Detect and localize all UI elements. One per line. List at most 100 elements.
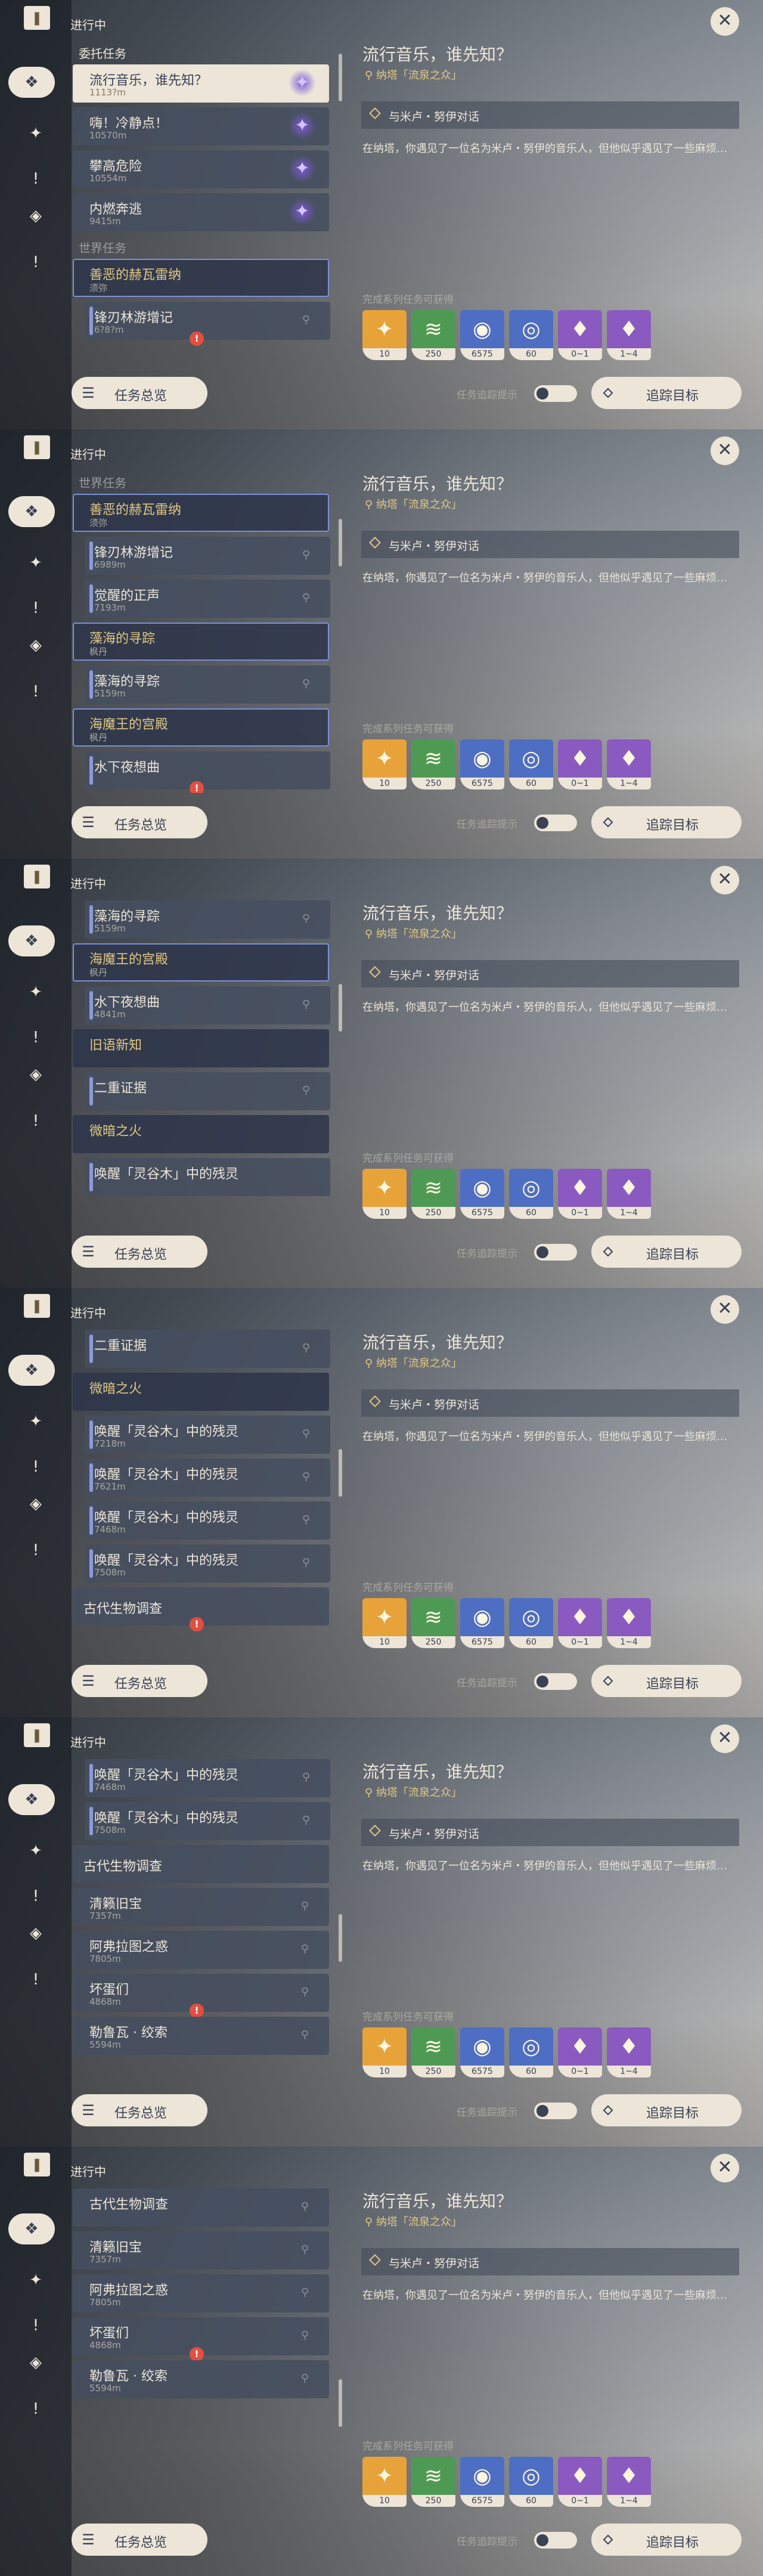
quest-row[interactable]: 内燃奔逃 9415m ✦ — [73, 193, 329, 231]
track-target-button[interactable]: 追踪目标 — [591, 2094, 742, 2126]
exclamation-icon[interactable]: ! — [21, 1107, 50, 1135]
quest-row[interactable]: 唤醒「灵谷木」中的残灵 — [85, 1158, 330, 1196]
list-scrollbar[interactable] — [339, 984, 342, 1032]
track-hint-toggle[interactable] — [534, 2103, 577, 2119]
alert-icon[interactable]: ! — [21, 165, 50, 193]
quest-row[interactable]: 攀高危险 10554m ✦ — [73, 150, 329, 188]
quest-row[interactable]: 海魔王的宫殿 枫丹 — [73, 943, 329, 982]
reward-item[interactable]: ♦ 1~4 — [607, 739, 651, 789]
quest-row[interactable]: 水下夜想曲 — [85, 751, 330, 789]
reward-item[interactable]: ✦ 10 — [362, 2457, 407, 2507]
reward-item[interactable]: ≋ 250 — [411, 310, 455, 360]
archon-quest-icon[interactable]: ✦ — [21, 549, 50, 577]
alert-icon[interactable]: ! — [21, 1453, 50, 1481]
alert-icon[interactable]: ! — [21, 594, 50, 623]
quest-row[interactable]: 嗨！冷静点！ 10570m ✦ — [73, 107, 329, 145]
reward-item[interactable]: ♦ 0~1 — [558, 2457, 602, 2507]
track-target-button[interactable]: 追踪目标 — [591, 2524, 742, 2556]
reward-item[interactable]: ♦ 0~1 — [558, 1169, 602, 1219]
reward-item[interactable]: ◎ 60 — [509, 2457, 553, 2507]
reward-item[interactable]: ◉ 6575 — [460, 1598, 504, 1648]
reward-item[interactable]: ◎ 60 — [509, 739, 553, 789]
reward-item[interactable]: ✦ 10 — [362, 310, 407, 360]
close-icon[interactable]: ✕ — [711, 1295, 739, 1324]
quest-book-icon[interactable]: ❚ — [24, 435, 50, 459]
quest-book-icon[interactable]: ❚ — [24, 1294, 50, 1318]
reward-item[interactable]: ≋ 250 — [411, 1169, 455, 1219]
quest-diamond-icon[interactable]: ❖ — [8, 496, 55, 527]
list-scrollbar[interactable] — [339, 1914, 342, 1962]
reward-item[interactable]: ◉ 6575 — [460, 1169, 504, 1219]
alert-icon[interactable]: ! — [21, 1023, 50, 1052]
archon-quest-icon[interactable]: ✦ — [21, 119, 50, 148]
compass-icon[interactable]: ◈ — [21, 1490, 50, 1518]
quest-diamond-icon[interactable]: ❖ — [8, 925, 55, 956]
reward-item[interactable]: ◉ 6575 — [460, 2027, 504, 2077]
alert-icon[interactable]: ! — [21, 2311, 50, 2340]
quest-row[interactable]: 唤醒「灵谷木」中的残灵 7508m ⚲ — [85, 1544, 330, 1583]
quest-book-icon[interactable]: ❚ — [24, 865, 50, 888]
quest-row[interactable]: 勒鲁瓦 · 绞索 5594m ⚲ — [73, 2017, 329, 2055]
quest-overview-button[interactable]: ☰ 任务总览 — [72, 377, 207, 409]
quest-row[interactable]: 微暗之火 — [73, 1373, 329, 1411]
list-scrollbar[interactable] — [339, 519, 342, 566]
track-hint-toggle[interactable] — [534, 1244, 577, 1261]
reward-item[interactable]: ≋ 250 — [411, 2457, 455, 2507]
quest-row[interactable]: 锋刃林游增记 6?8?m ⚲ — [85, 302, 330, 340]
quest-row[interactable]: 流行音乐，谁先知？ 1113?m ✦ — [73, 64, 329, 103]
quest-diamond-icon[interactable]: ❖ — [8, 1355, 55, 1386]
reward-item[interactable]: ≋ 250 — [411, 739, 455, 789]
quest-row[interactable]: 微暗之火 — [73, 1115, 329, 1153]
quest-row[interactable]: 善恶的赫瓦雷纳 须弥 — [73, 259, 329, 297]
list-scrollbar[interactable] — [339, 1449, 342, 1497]
reward-item[interactable]: ◎ 60 — [509, 310, 553, 360]
quest-row[interactable]: 二重证据 ⚲ — [85, 1330, 330, 1368]
reward-item[interactable]: ♦ 0~1 — [558, 310, 602, 360]
quest-row[interactable]: 清籁旧宝 7357m ⚲ — [73, 1888, 329, 1926]
track-target-button[interactable]: 追踪目标 — [591, 377, 742, 409]
quest-row[interactable]: 唤醒「灵谷木」中的残灵 7621m ⚲ — [85, 1459, 330, 1497]
quest-row[interactable]: 藻海的寻踪 5159m ⚲ — [85, 665, 330, 704]
track-target-button[interactable]: 追踪目标 — [591, 1665, 742, 1697]
quest-row[interactable]: 旧语新知 — [73, 1029, 329, 1067]
quest-diamond-icon[interactable]: ❖ — [8, 2213, 55, 2244]
reward-item[interactable]: ♦ 1~4 — [607, 1598, 651, 1648]
compass-icon[interactable]: ◈ — [21, 1919, 50, 1948]
quest-row[interactable]: 阿弗拉图之惑 7805m ⚲ — [73, 2274, 329, 2312]
close-icon[interactable]: ✕ — [711, 1724, 739, 1753]
reward-item[interactable]: ♦ 0~1 — [558, 739, 602, 789]
quest-book-icon[interactable]: ❚ — [24, 2153, 50, 2176]
quest-row[interactable]: 勒鲁瓦 · 绞索 5594m ⚲ — [73, 2360, 329, 2398]
reward-item[interactable]: ♦ 0~1 — [558, 1598, 602, 1648]
quest-row[interactable]: 阿弗拉图之惑 7805m ⚲ — [73, 1931, 329, 1969]
list-scrollbar[interactable] — [339, 2379, 342, 2427]
track-target-button[interactable]: 追踪目标 — [591, 806, 742, 838]
close-icon[interactable]: ✕ — [711, 866, 739, 894]
reward-item[interactable]: ✦ 10 — [362, 739, 407, 789]
reward-item[interactable]: ≋ 250 — [411, 2027, 455, 2077]
exclamation-icon[interactable]: ! — [21, 677, 50, 706]
quest-row[interactable]: 古代生物调查 ⚲ — [73, 2188, 329, 2227]
track-hint-toggle[interactable] — [534, 815, 577, 831]
reward-item[interactable]: ◎ 60 — [509, 1598, 553, 1648]
quest-row[interactable]: 古代生物调查 — [73, 1845, 329, 1883]
compass-icon[interactable]: ◈ — [21, 1060, 50, 1089]
quest-row[interactable]: 唤醒「灵谷木」中的残灵 7468m ⚲ — [85, 1759, 330, 1797]
reward-item[interactable]: ◉ 6575 — [460, 310, 504, 360]
quest-row[interactable]: 二重证据 ⚲ — [85, 1072, 330, 1110]
exclamation-icon[interactable]: ! — [21, 1965, 50, 1994]
quest-book-icon[interactable]: ❚ — [24, 1723, 50, 1747]
reward-item[interactable]: ◉ 6575 — [460, 2457, 504, 2507]
alert-icon[interactable]: ! — [21, 1882, 50, 1911]
close-icon[interactable]: ✕ — [711, 7, 739, 36]
quest-overview-button[interactable]: ☰ 任务总览 — [72, 806, 207, 838]
exclamation-icon[interactable]: ! — [21, 1536, 50, 1565]
quest-row[interactable]: 海魔王的宫殿 枫丹 — [73, 708, 329, 747]
reward-item[interactable]: ♦ 0~1 — [558, 2027, 602, 2077]
quest-book-icon[interactable]: ❚ — [24, 6, 50, 30]
reward-item[interactable]: ✦ 10 — [362, 1598, 407, 1648]
track-target-button[interactable]: 追踪目标 — [591, 1236, 742, 1268]
archon-quest-icon[interactable]: ✦ — [21, 1837, 50, 1865]
quest-overview-button[interactable]: ☰ 任务总览 — [72, 2094, 207, 2126]
track-hint-toggle[interactable] — [534, 2532, 577, 2549]
